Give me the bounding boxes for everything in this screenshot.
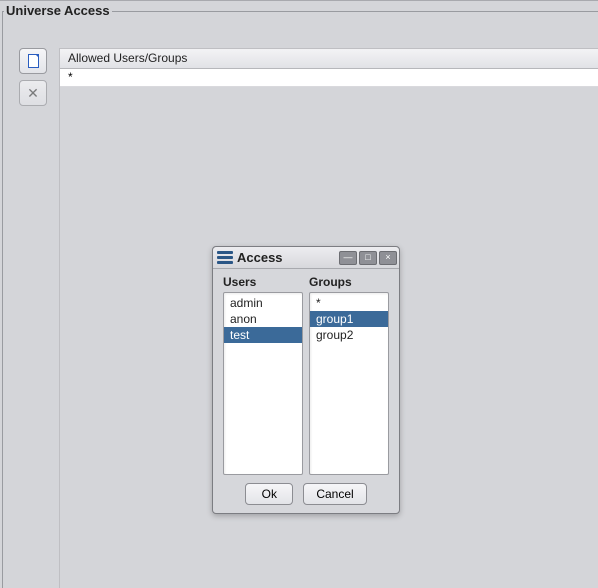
groups-column: Groups *group1group2 (309, 275, 389, 475)
new-entry-button[interactable] (19, 48, 47, 74)
list-item[interactable]: anon (224, 311, 302, 327)
dialog-footer: Ok Cancel (213, 475, 399, 513)
list-row[interactable]: * (60, 69, 598, 87)
dialog-titlebar[interactable]: Access — □ × (213, 247, 399, 269)
list-item[interactable]: admin (224, 295, 302, 311)
users-label: Users (223, 275, 303, 289)
allowed-list-header[interactable]: Allowed Users/Groups (60, 49, 598, 69)
document-icon (28, 54, 39, 68)
groups-listbox[interactable]: *group1group2 (309, 292, 389, 475)
maximize-icon: □ (365, 253, 370, 262)
list-item[interactable]: test (224, 327, 302, 343)
minimize-icon: — (344, 253, 353, 262)
cancel-button[interactable]: Cancel (303, 483, 366, 505)
access-dialog: Access — □ × Users adminanontest Groups … (212, 246, 400, 514)
ok-button[interactable]: Ok (245, 483, 293, 505)
groups-label: Groups (309, 275, 389, 289)
minimize-button[interactable]: — (339, 251, 357, 265)
close-icon: × (385, 253, 390, 262)
dialog-title: Access (237, 250, 337, 265)
maximize-button[interactable]: □ (359, 251, 377, 265)
panel-title: Universe Access (4, 3, 112, 18)
delete-entry-button[interactable]: ✕ (19, 80, 47, 106)
app-icon (217, 251, 233, 265)
close-button[interactable]: × (379, 251, 397, 265)
delete-icon: ✕ (27, 86, 39, 100)
list-item[interactable]: group1 (310, 311, 388, 327)
users-listbox[interactable]: adminanontest (223, 292, 303, 475)
dialog-body: Users adminanontest Groups *group1group2 (213, 269, 399, 475)
list-item[interactable]: group2 (310, 327, 388, 343)
users-column: Users adminanontest (223, 275, 303, 475)
list-item[interactable]: * (310, 295, 388, 311)
toolbar: ✕ (19, 48, 49, 112)
